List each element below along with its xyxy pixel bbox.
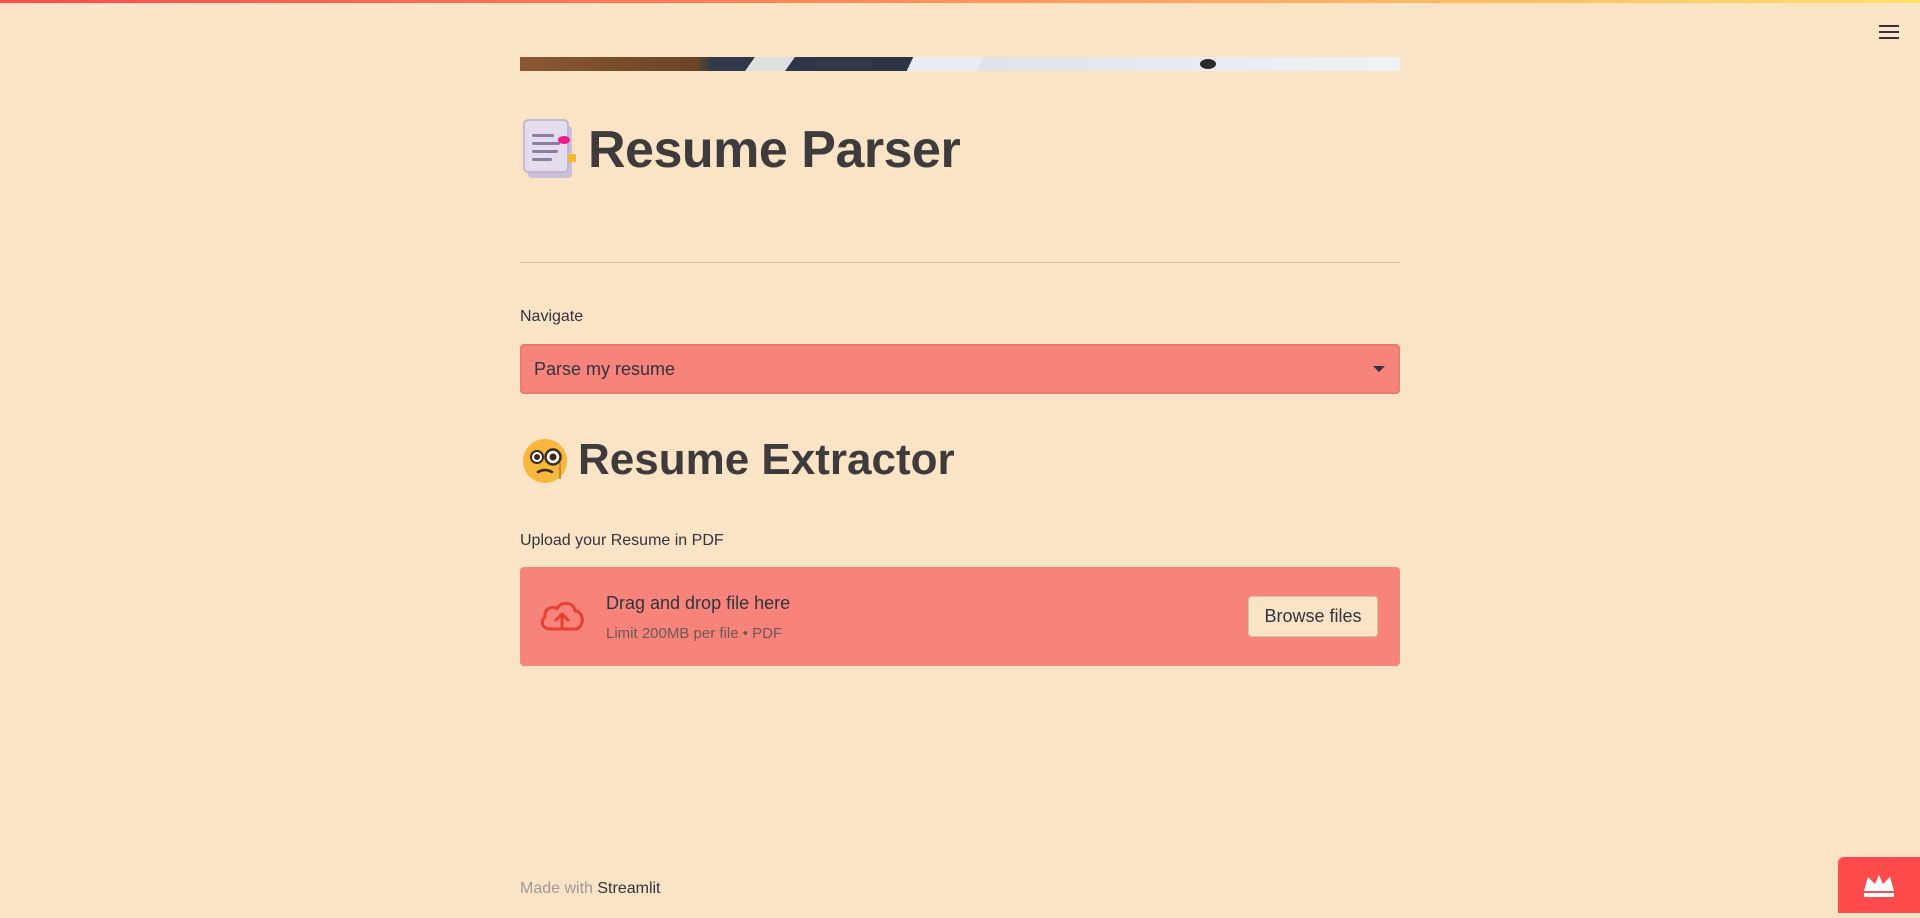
section-title: Resume Extractor	[520, 428, 955, 492]
dropzone-instruction: Drag and drop file here	[606, 593, 791, 613]
header-banner-image	[520, 57, 1400, 71]
main-menu-button[interactable]	[1874, 20, 1904, 44]
chevron-down-icon	[1373, 366, 1385, 372]
navigate-label: Navigate	[520, 308, 584, 325]
file-dropzone[interactable]: Drag and drop file here Limit 200MB per …	[520, 567, 1400, 666]
page-title-text: Resume Parser	[588, 121, 961, 179]
top-gradient-bar	[0, 0, 1920, 3]
footer: Made with Streamlit	[520, 880, 661, 898]
streamlit-link[interactable]: Streamlit	[597, 880, 660, 897]
navigate-selected-value: Parse my resume	[534, 358, 676, 379]
document-emoji-icon	[523, 119, 576, 178]
face-monocle-emoji-icon	[523, 439, 567, 483]
navigate-select[interactable]: Parse my resume	[520, 344, 1400, 394]
section-title-text: Resume Extractor	[578, 435, 955, 484]
cloud-upload-icon	[540, 601, 584, 631]
hamburger-menu-icon	[1879, 25, 1899, 39]
page-title: Resume Parser	[520, 110, 961, 190]
upload-label: Upload your Resume in PDF	[520, 532, 724, 549]
streamlit-badge[interactable]	[1838, 857, 1920, 913]
footer-made-with: Made with	[520, 880, 593, 897]
divider	[520, 262, 1400, 263]
dropzone-limit: Limit 200MB per file • PDF	[606, 625, 783, 642]
browse-files-button[interactable]: Browse files	[1248, 596, 1378, 637]
crown-icon	[1864, 875, 1894, 897]
